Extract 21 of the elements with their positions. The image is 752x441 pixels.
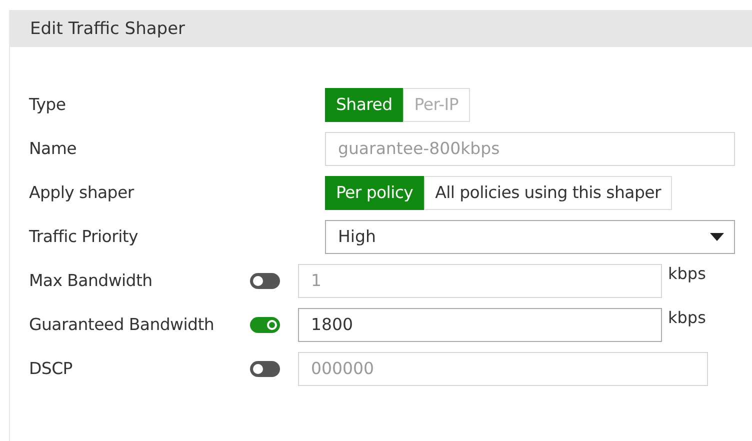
priority-dropdown[interactable]: High [325, 220, 735, 254]
toggle-switch[interactable] [250, 316, 280, 332]
field-label: Type [28, 95, 67, 114]
input-field[interactable]: 000000 [298, 352, 708, 386]
field-label: DSCP [28, 359, 74, 378]
segment-option[interactable]: All policies using this shaper [424, 176, 672, 210]
panel-title: Edit Traffic Shaper [10, 10, 752, 47]
unit-label: kbps [668, 264, 706, 282]
caret-icon [710, 232, 724, 240]
field-label: Max Bandwidth [28, 271, 154, 290]
field-label: Guaranteed Bandwidth [28, 315, 216, 334]
segment-option[interactable]: Shared [325, 88, 404, 122]
unit-label: kbps [668, 308, 706, 326]
segment-option[interactable]: Per policy [325, 176, 424, 210]
field-label: Traffic Priority [28, 227, 139, 246]
field-label: Name [28, 139, 78, 158]
toggle-switch[interactable] [250, 360, 280, 376]
input-field[interactable]: 1800 [298, 308, 662, 342]
field-label: Apply shaper [28, 183, 136, 202]
input-field[interactable]: 1 [298, 264, 662, 298]
toggle-switch[interactable] [250, 272, 280, 288]
